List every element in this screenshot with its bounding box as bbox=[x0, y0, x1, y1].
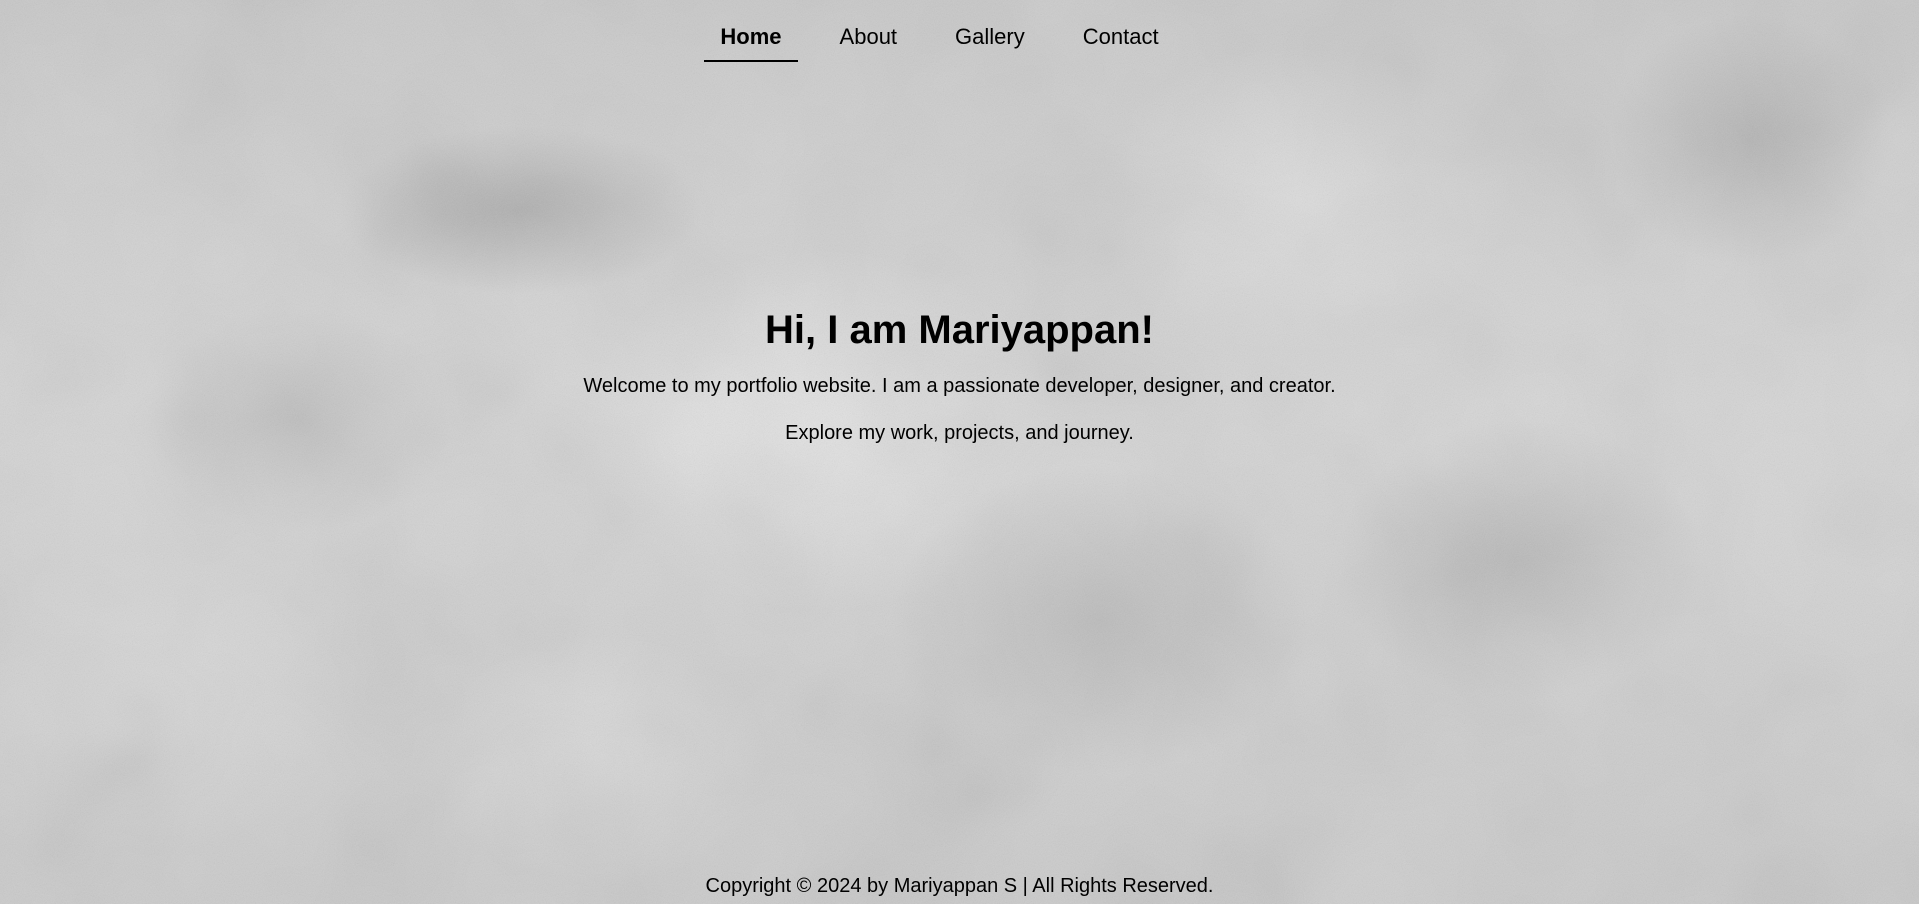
nav-link-home[interactable]: Home bbox=[704, 0, 798, 62]
concrete-texture-background bbox=[0, 0, 1919, 904]
main-navigation: Home About Gallery Contact bbox=[0, 0, 1919, 80]
nav-link-contact[interactable]: Contact bbox=[1067, 0, 1175, 62]
nav-item-gallery: Gallery bbox=[926, 0, 1054, 62]
nav-item-home: Home bbox=[691, 0, 810, 62]
nav-link-about[interactable]: About bbox=[824, 0, 914, 62]
footer-copyright: Copyright © 2024 by Mariyappan S | All R… bbox=[705, 875, 1214, 897]
nav-item-contact: Contact bbox=[1054, 0, 1188, 62]
hero-title: Hi, I am Mariyappan! bbox=[765, 308, 1154, 352]
nav-link-gallery[interactable]: Gallery bbox=[939, 0, 1041, 62]
hero-intro-text: Welcome to my portfolio website. I am a … bbox=[583, 375, 1336, 397]
hero-section: Hi, I am Mariyappan! Welcome to my portf… bbox=[0, 304, 1919, 445]
nav-item-about: About bbox=[811, 0, 927, 62]
nav-list: Home About Gallery Contact bbox=[691, 0, 1187, 62]
hero-subtext: Explore my work, projects, and journey. bbox=[785, 422, 1134, 444]
